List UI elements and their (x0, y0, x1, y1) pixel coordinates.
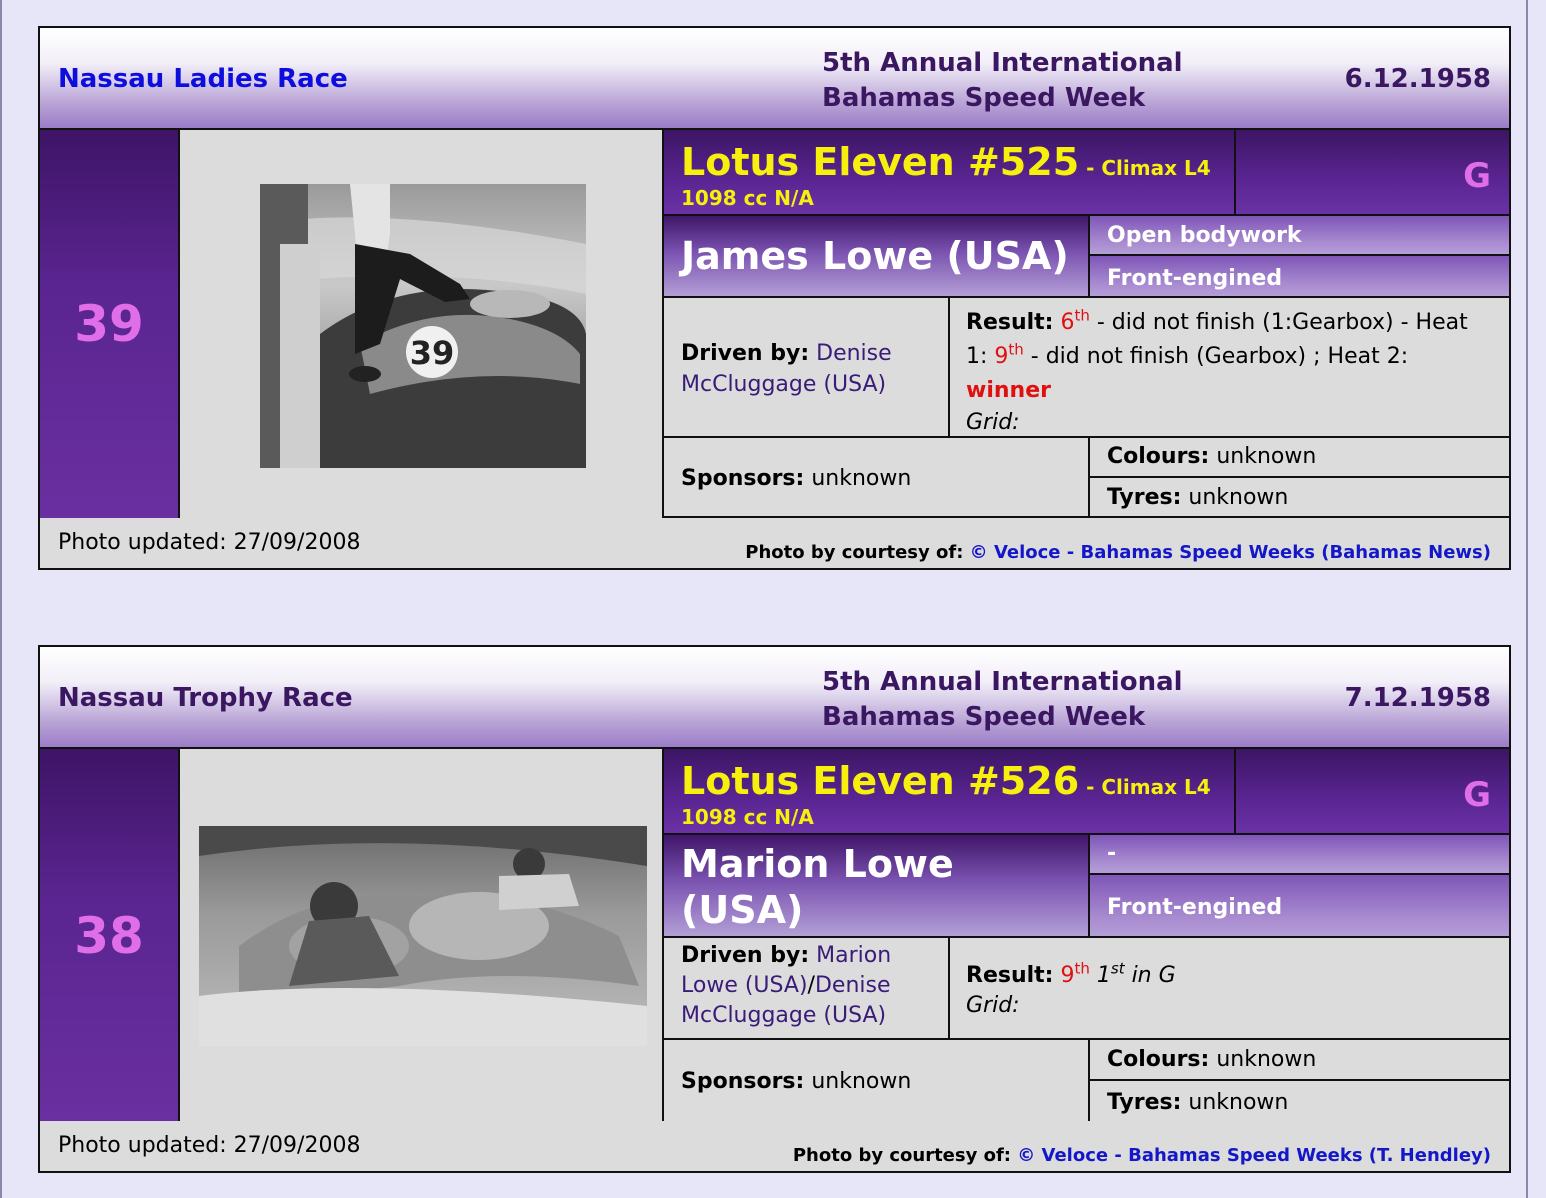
colours: Colours: unknown (1107, 444, 1317, 469)
right-border (1526, 0, 1528, 1198)
car-photo-cell: 39 (180, 130, 664, 518)
engine-layout-cell: Front-engined (1090, 256, 1509, 298)
event-line-2: Bahamas Speed Week (822, 83, 1146, 113)
car-number-cell: 39 (40, 130, 180, 518)
race-date: 7.12.1958 (1344, 683, 1491, 713)
class-label: G (1463, 156, 1491, 196)
bodywork-cell: Open bodywork (1090, 216, 1509, 256)
race-header: Nassau Trophy Race 5th Annual Internatio… (40, 647, 1509, 749)
driver-cell: Driven by: Marion Lowe (USA)/Denise McCl… (664, 938, 950, 1040)
car-photo-cell (180, 749, 664, 1123)
car-model[interactable]: Lotus Eleven #525 (681, 140, 1079, 184)
photo-courtesy: Photo by courtesy of: © Veloce - Bahamas… (745, 542, 1491, 563)
event-line-1: 5th Annual International (822, 667, 1183, 697)
card-footer: Photo updated: 27/09/2008 Photo by court… (40, 1121, 1509, 1171)
engine-capacity: 1098 cc N/A (681, 186, 814, 210)
event-name: 5th Annual International Bahamas Speed W… (822, 46, 1183, 116)
engine-layout-cell: Front-engined (1090, 875, 1509, 938)
result-label: Result: (966, 310, 1054, 335)
sponsors-value: unknown (811, 466, 912, 491)
driver-cell: Driven by: Denise McCluggage (USA) (664, 298, 950, 438)
race-name-link[interactable]: Nassau Trophy Race (58, 683, 353, 713)
car-header: Lotus Eleven #525 - Climax L4 1098 cc N/… (664, 130, 1236, 216)
entrant-cell: Marion Lowe (USA) (664, 835, 1090, 938)
tyres-cell: Tyres: unknown (1090, 478, 1509, 518)
car-number-cell: 38 (40, 749, 180, 1123)
driven-by: Driven by: Marion Lowe (USA)/Denise McCl… (681, 943, 892, 1028)
entrant-cell: James Lowe (USA) (664, 216, 1090, 298)
colours-cell: Colours: unknown (1090, 1040, 1509, 1081)
race-entry-card: Nassau Ladies Race 5th Annual Internatio… (38, 26, 1511, 570)
driven-by: Driven by: Denise McCluggage (USA) (681, 338, 941, 400)
race-date: 6.12.1958 (1344, 64, 1491, 94)
colours-cell: Colours: unknown (1090, 438, 1509, 478)
sponsors-cell: Sponsors: unknown (664, 438, 1090, 518)
sponsors-cell: Sponsors: unknown (664, 1040, 1090, 1123)
heat1-position: 9th (994, 340, 1024, 369)
finish-position: 6th (1060, 306, 1090, 335)
photo-updated: Photo updated: 27/09/2008 (58, 530, 361, 555)
colours-value: unknown (1216, 1047, 1317, 1072)
engine-capacity: 1098 cc N/A (681, 805, 814, 829)
class-position: 1st in G (1096, 959, 1176, 988)
event-name: 5th Annual International Bahamas Speed W… (822, 665, 1183, 735)
colours-value: unknown (1216, 444, 1317, 469)
bodywork-text: Open bodywork (1107, 223, 1302, 248)
photo-courtesy: Photo by courtesy of: © Veloce - Bahamas… (792, 1145, 1491, 1166)
car-photo[interactable]: 39 (260, 184, 586, 468)
engine-name: - Climax L4 (1079, 156, 1211, 180)
sponsors-value: unknown (811, 1069, 912, 1094)
finish-position: 9th (1060, 959, 1090, 988)
tyres: Tyres: unknown (1107, 1090, 1289, 1115)
event-line-1: 5th Annual International (822, 48, 1183, 78)
car-number: 38 (74, 907, 144, 965)
result-detail-2: - did not finish (Gearbox) ; Heat 2: (1023, 344, 1409, 369)
car-header: Lotus Eleven #526 - Climax L4 1098 cc N/… (664, 749, 1236, 835)
result-text: Result: 6th - did not finish (1:Gearbox)… (966, 306, 1496, 438)
race-entry-card: Nassau Trophy Race 5th Annual Internatio… (38, 645, 1511, 1173)
car-number: 39 (74, 295, 144, 353)
result-text: Result: 9th 1st in G Grid: (966, 960, 1496, 1020)
car-model-link[interactable]: Lotus Eleven #526 - Climax L4 (681, 759, 1211, 803)
courtesy-link[interactable]: © Veloce - Bahamas Speed Weeks (T. Hendl… (1017, 1145, 1491, 1166)
entrant-name[interactable]: James Lowe (USA) (681, 233, 1069, 279)
tyres-value: unknown (1188, 1090, 1289, 1115)
grid-label: Grid: (966, 993, 1020, 1018)
photo-updated: Photo updated: 27/09/2008 (58, 1133, 361, 1158)
result-cell: Result: 6th - did not finish (1:Gearbox)… (950, 298, 1509, 438)
engine-name: - Climax L4 (1079, 775, 1211, 799)
sponsors: Sponsors: unknown (681, 466, 912, 491)
event-line-2: Bahamas Speed Week (822, 702, 1146, 732)
tyres: Tyres: unknown (1107, 485, 1289, 510)
car-model-link[interactable]: Lotus Eleven #525 - Climax L4 (681, 140, 1211, 184)
engine-layout-text: Front-engined (1107, 266, 1283, 291)
car-model[interactable]: Lotus Eleven #526 (681, 759, 1079, 803)
tyres-cell: Tyres: unknown (1090, 1081, 1509, 1123)
colours: Colours: unknown (1107, 1047, 1317, 1072)
grid-label: Grid: (966, 410, 1020, 435)
sponsors: Sponsors: unknown (681, 1069, 912, 1094)
tyres-value: unknown (1188, 485, 1289, 510)
heat2-result: winner (966, 378, 1051, 403)
result-label: Result: (966, 963, 1054, 988)
courtesy-link[interactable]: © Veloce - Bahamas Speed Weeks (Bahamas … (970, 542, 1491, 563)
class-cell: G (1236, 130, 1509, 216)
class-label: G (1463, 775, 1491, 815)
entrant-name[interactable]: Marion Lowe (USA) (681, 841, 1011, 933)
car-photo[interactable] (199, 826, 647, 1046)
bodywork-cell: - (1090, 835, 1509, 875)
driven-by-label: Driven by: (681, 943, 810, 968)
engine-layout-text: Front-engined (1107, 895, 1283, 920)
card-footer: Photo updated: 27/09/2008 Photo by court… (40, 518, 1509, 568)
left-border (0, 0, 2, 1198)
class-cell: G (1236, 749, 1509, 835)
bodywork-text: - (1107, 841, 1117, 866)
race-name-link[interactable]: Nassau Ladies Race (58, 64, 348, 94)
svg-text:39: 39 (410, 334, 455, 372)
driven-by-label: Driven by: (681, 341, 810, 366)
race-header: Nassau Ladies Race 5th Annual Internatio… (40, 28, 1509, 130)
result-cell: Result: 9th 1st in G Grid: (950, 938, 1509, 1040)
